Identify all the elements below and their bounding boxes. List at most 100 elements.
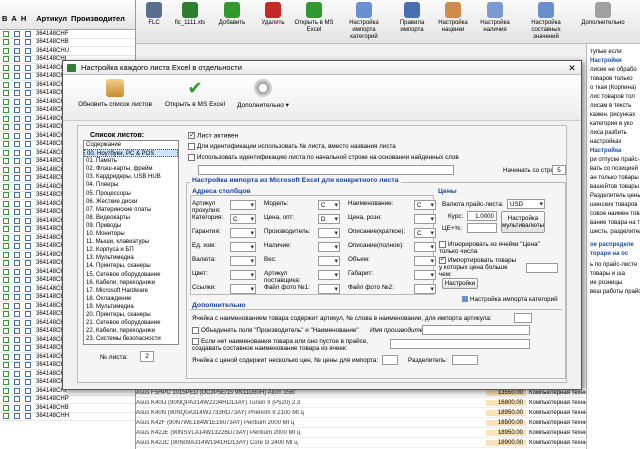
row-check-a[interactable] — [14, 251, 20, 258]
grid-header-col-article[interactable]: Артикул — [36, 14, 67, 23]
row-check-v[interactable] — [3, 183, 9, 190]
row-check-v[interactable] — [3, 98, 9, 105]
row-check-n[interactable] — [25, 336, 31, 343]
row-check-n[interactable] — [25, 192, 31, 199]
use-start-row-id-option[interactable]: Использовать идентификацию листа по нача… — [188, 154, 459, 161]
row-check-v[interactable] — [3, 302, 9, 309]
column-address-select[interactable] — [230, 200, 256, 210]
sheet-list-item[interactable]: 18. Охлаждение — [84, 295, 178, 303]
sheet-list-item[interactable]: 07. Материнские платы — [84, 206, 178, 214]
row-check-v[interactable] — [3, 294, 9, 301]
row-check-n[interactable] — [25, 277, 31, 284]
sheet-list-item[interactable]: 23. Системы безопасности — [84, 335, 178, 343]
column-address-select[interactable] — [230, 284, 256, 294]
sheet-list[interactable]: Содержание 00. Ноутбуки, PC & POS 01. Памя… — [83, 140, 179, 345]
toolbar-button-2[interactable]: Добавить — [212, 2, 252, 42]
ignore-price-cell-checkbox[interactable] — [439, 241, 446, 248]
row-check-a[interactable] — [14, 166, 20, 173]
row-check-n[interactable] — [25, 243, 31, 250]
row-check-n[interactable] — [25, 158, 31, 165]
sheet-list-item[interactable]: 08. Видеокарты — [84, 214, 178, 222]
row-check-v[interactable] — [3, 387, 9, 394]
row-check-v[interactable] — [3, 175, 9, 182]
row-check-a[interactable] — [14, 141, 20, 148]
row-check-v[interactable] — [3, 336, 9, 343]
row-check-v[interactable] — [3, 311, 9, 318]
table-row[interactable]: 364148CHH — [0, 413, 135, 421]
toolbar-button-4[interactable]: Открыть в MS Excel — [294, 2, 334, 42]
row-check-v[interactable] — [3, 30, 9, 37]
row-check-v[interactable] — [3, 132, 9, 139]
min-price-field[interactable] — [526, 263, 558, 273]
row-check-n[interactable] — [25, 183, 31, 190]
rate-field[interactable]: 1.0000 — [467, 211, 497, 221]
sheet-list-item[interactable]: 17. Microsoft Hardware — [84, 287, 178, 295]
column-address-select[interactable] — [414, 256, 436, 266]
row-check-a[interactable] — [14, 73, 20, 80]
sheet-list-item[interactable]: 13. Мультимедиа — [84, 254, 178, 262]
grid-header-col-a[interactable]: А — [11, 14, 16, 23]
row-check-a[interactable] — [14, 158, 20, 165]
sheet-list-item[interactable]: Содержание — [84, 141, 178, 149]
toolbar-button-1[interactable]: flc_1111.xls — [172, 2, 208, 42]
row-check-n[interactable] — [25, 413, 31, 420]
multicurrency-button[interactable]: Настройка мультивалюты — [501, 211, 545, 233]
row-check-n[interactable] — [25, 90, 31, 97]
sheet-active-option[interactable]: Лист активен — [188, 131, 238, 139]
row-check-n[interactable] — [25, 251, 31, 258]
row-check-n[interactable] — [25, 379, 31, 386]
row-check-n[interactable] — [25, 39, 31, 46]
column-address-select[interactable]: D — [318, 214, 340, 224]
row-check-a[interactable] — [14, 90, 20, 97]
row-check-a[interactable] — [14, 98, 20, 105]
separator-field[interactable] — [452, 355, 478, 365]
row-check-a[interactable] — [14, 413, 20, 420]
start-row-field[interactable]: 5 — [552, 165, 566, 175]
row-check-v[interactable] — [3, 362, 9, 369]
sheet-list-item[interactable]: 10. Мониторы — [84, 230, 178, 238]
toolbar-button-3[interactable]: Удалить — [256, 2, 290, 42]
row-check-n[interactable] — [25, 64, 31, 71]
row-check-v[interactable] — [3, 90, 9, 97]
row-check-n[interactable] — [25, 396, 31, 403]
open-in-excel-button[interactable]: ✔ Открыть в MS Excel — [161, 79, 229, 117]
import-min-price-option[interactable]: Импортировать товары у которых цена боль… — [439, 256, 521, 278]
row-check-n[interactable] — [25, 268, 31, 275]
row-check-n[interactable] — [25, 30, 31, 37]
row-check-v[interactable] — [3, 39, 9, 46]
row-check-v[interactable] — [3, 260, 9, 267]
row-check-n[interactable] — [25, 226, 31, 233]
row-check-v[interactable] — [3, 353, 9, 360]
table-row[interactable]: Asus K42F (90N7WE184W1E16073AY) Pentium … — [136, 418, 586, 428]
row-check-a[interactable] — [14, 234, 20, 241]
cell-article-field[interactable] — [514, 313, 532, 323]
row-check-n[interactable] — [25, 217, 31, 224]
row-check-v[interactable] — [3, 47, 9, 54]
composite-cells-field[interactable] — [390, 339, 530, 349]
row-check-v[interactable] — [3, 226, 9, 233]
import-min-price-checkbox[interactable] — [439, 256, 446, 264]
table-row[interactable]: 364148CHB — [0, 404, 135, 413]
sheet-list-item[interactable]: 22. Кабели, переходники — [84, 327, 178, 335]
row-check-a[interactable] — [14, 107, 20, 114]
column-address-select[interactable] — [318, 284, 340, 294]
row-check-n[interactable] — [25, 302, 31, 309]
row-check-a[interactable] — [14, 260, 20, 267]
column-address-select[interactable]: C — [414, 228, 436, 238]
row-check-n[interactable] — [25, 132, 31, 139]
row-check-a[interactable] — [14, 268, 20, 275]
row-check-n[interactable] — [25, 328, 31, 335]
start-row-keywords-field[interactable] — [198, 165, 454, 175]
settings-button[interactable]: Настройки — [442, 278, 478, 289]
toolbar-button-5[interactable]: Настройка импорта категорий — [338, 2, 390, 42]
row-check-v[interactable] — [3, 285, 9, 292]
row-check-a[interactable] — [14, 124, 20, 131]
row-check-a[interactable] — [14, 294, 20, 301]
row-check-v[interactable] — [3, 200, 9, 207]
toolbar-button-7[interactable]: Настройка наценки — [434, 2, 472, 42]
row-check-v[interactable] — [3, 124, 9, 131]
column-address-select[interactable] — [414, 242, 436, 252]
currency-select[interactable]: USD — [507, 199, 545, 209]
sheet-list-item[interactable]: 09. Приводы — [84, 222, 178, 230]
price-number-field[interactable] — [382, 355, 398, 365]
